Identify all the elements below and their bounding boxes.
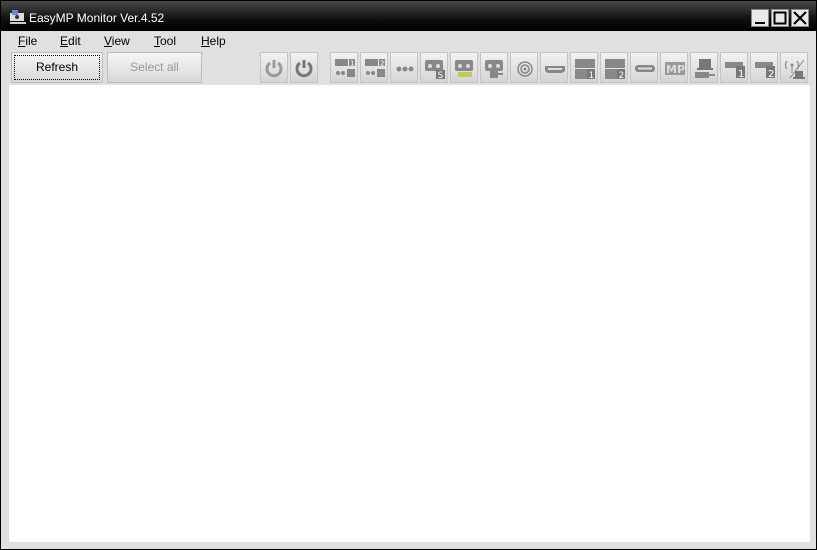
usb2-button[interactable]: 2 bbox=[750, 52, 778, 83]
menu-bar: File Edit View Tool Help bbox=[1, 31, 816, 51]
menu-view-label: iew bbox=[111, 34, 130, 48]
focus-rect bbox=[14, 55, 100, 80]
projector-list-area[interactable] bbox=[9, 85, 810, 542]
hdmi-icon bbox=[545, 66, 565, 73]
maximize-icon bbox=[773, 11, 787, 25]
close-button[interactable] bbox=[791, 9, 809, 27]
video-rca-button[interactable] bbox=[480, 52, 508, 83]
network-button[interactable] bbox=[780, 52, 808, 83]
dvi1-button[interactable]: 1 bbox=[570, 52, 598, 83]
s-video-button[interactable]: S bbox=[420, 52, 448, 83]
computer1-button[interactable]: 1 bbox=[330, 52, 358, 83]
menu-help[interactable]: Help bbox=[201, 34, 226, 48]
close-icon bbox=[793, 11, 807, 25]
svg-text:S: S bbox=[438, 71, 444, 80]
menu-edit[interactable]: Edit bbox=[60, 34, 81, 48]
usb2-icon: 2 bbox=[755, 62, 775, 80]
minimize-icon bbox=[755, 22, 765, 24]
usb-display-button[interactable] bbox=[690, 52, 718, 83]
refresh-button[interactable]: Refresh bbox=[11, 52, 103, 83]
power-on-button[interactable] bbox=[260, 52, 288, 83]
computer1-icon: 1 bbox=[335, 59, 355, 77]
hdmi-button[interactable] bbox=[540, 52, 568, 83]
power-off-button[interactable] bbox=[290, 52, 318, 83]
usb1-button[interactable]: 1 bbox=[720, 52, 748, 83]
svg-text:2: 2 bbox=[380, 60, 384, 68]
title-bar[interactable]: EasyMP Monitor Ver.4.52 bbox=[1, 1, 816, 31]
component-button[interactable] bbox=[450, 52, 478, 83]
app-window: EasyMP Monitor Ver.4.52 File Edit View T… bbox=[0, 0, 817, 550]
video-icon bbox=[396, 66, 414, 72]
displayport-button[interactable] bbox=[630, 52, 658, 83]
power-on-icon bbox=[265, 60, 283, 78]
usb1-icon: 1 bbox=[725, 62, 745, 80]
select-all-button[interactable]: Select all bbox=[107, 52, 202, 83]
s-video-icon: S bbox=[425, 60, 445, 80]
menu-file-label: ile bbox=[25, 34, 38, 48]
svg-text:1: 1 bbox=[589, 71, 595, 80]
power-off-icon bbox=[295, 60, 313, 78]
video-rca-icon bbox=[485, 60, 503, 78]
maximize-button[interactable] bbox=[771, 9, 789, 27]
bnc-icon bbox=[517, 61, 533, 77]
usb-display-icon bbox=[695, 59, 715, 78]
computer2-icon: 2 bbox=[365, 59, 385, 77]
app-icon bbox=[10, 10, 26, 24]
mp-icon: MP bbox=[665, 62, 685, 76]
svg-text:MP: MP bbox=[666, 63, 685, 76]
dvi1-icon: 1 bbox=[575, 59, 595, 80]
select-all-label: Select all bbox=[130, 60, 179, 74]
dvi2-button[interactable]: 2 bbox=[600, 52, 628, 83]
menu-edit-label: dit bbox=[68, 34, 81, 48]
displayport-icon bbox=[635, 65, 655, 72]
window-title: EasyMP Monitor Ver.4.52 bbox=[29, 11, 165, 25]
menu-file[interactable]: File bbox=[18, 34, 37, 48]
menu-help-mnemonic: H bbox=[201, 34, 210, 48]
network-icon bbox=[784, 59, 805, 79]
menu-tool-label: ool bbox=[160, 34, 177, 48]
menu-view[interactable]: View bbox=[104, 34, 130, 48]
bnc-button[interactable] bbox=[510, 52, 538, 83]
computer2-button[interactable]: 2 bbox=[360, 52, 388, 83]
svg-text:2: 2 bbox=[619, 71, 625, 80]
video-button[interactable] bbox=[390, 52, 418, 83]
menu-tool[interactable]: Tool bbox=[154, 34, 176, 48]
minimize-button[interactable] bbox=[751, 9, 769, 27]
menu-help-label: elp bbox=[209, 34, 226, 48]
svg-text:1: 1 bbox=[350, 60, 354, 68]
menu-view-mnemonic: V bbox=[104, 34, 112, 48]
svg-text:1: 1 bbox=[738, 69, 744, 80]
component-icon bbox=[455, 60, 473, 77]
svg-text:2: 2 bbox=[768, 69, 774, 80]
mp-button[interactable]: MP bbox=[660, 52, 688, 83]
dvi2-icon: 2 bbox=[605, 59, 625, 80]
menu-edit-mnemonic: E bbox=[60, 34, 69, 48]
